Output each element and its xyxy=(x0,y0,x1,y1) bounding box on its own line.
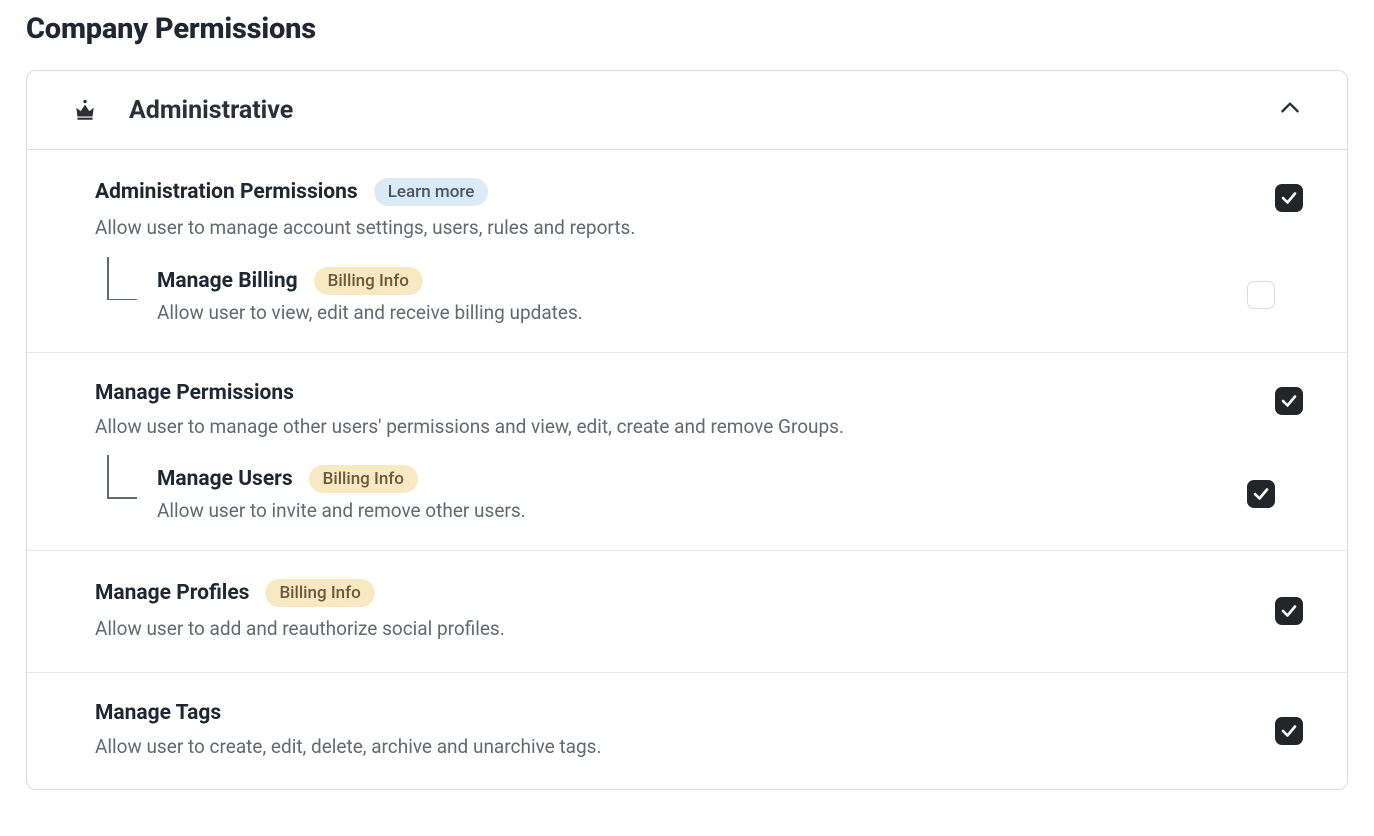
permission-title: Manage Profiles xyxy=(95,581,249,605)
sub-permission-title: Manage Users xyxy=(157,467,293,491)
sub-permission-block-manage-users: Manage Users Billing Info Allow user to … xyxy=(95,465,1275,522)
permission-row-manage-tags: Manage Tags Allow user to create, edit, … xyxy=(27,673,1347,790)
permission-description: Allow user to manage account settings, u… xyxy=(95,214,1275,243)
checkbox-manage-profiles[interactable] xyxy=(1275,597,1303,625)
sub-permission-description: Allow user to view, edit and receive bil… xyxy=(157,301,1247,324)
tree-connector-icon xyxy=(107,267,155,309)
permission-description: Allow user to manage other users' permis… xyxy=(95,413,1275,442)
permission-title: Manage Permissions xyxy=(95,381,294,405)
permission-main: Administration Permissions Learn more Al… xyxy=(95,178,1275,324)
billing-info-badge[interactable]: Billing Info xyxy=(314,267,423,295)
checkbox-manage-billing[interactable] xyxy=(1247,281,1275,309)
permission-row-manage-profiles: Manage Profiles Billing Info Allow user … xyxy=(27,551,1347,673)
permission-row-admin: Administration Permissions Learn more Al… xyxy=(27,150,1347,353)
section-title: Administrative xyxy=(129,96,1277,125)
billing-info-badge[interactable]: Billing Info xyxy=(309,465,418,493)
checkbox-manage-permissions[interactable] xyxy=(1275,387,1303,415)
permissions-panel: Administrative Administration Permission… xyxy=(26,70,1348,790)
permission-main: Manage Profiles Billing Info Allow user … xyxy=(95,579,1275,644)
chevron-up-icon xyxy=(1277,95,1303,125)
permission-description: Allow user to create, edit, delete, arch… xyxy=(95,733,1275,762)
sub-permission-block-manage-billing: Manage Billing Billing Info Allow user t… xyxy=(95,267,1275,324)
permission-description: Allow user to add and reauthorize social… xyxy=(95,615,1275,644)
permission-title: Manage Tags xyxy=(95,701,221,725)
sub-permission-title: Manage Billing xyxy=(157,269,298,293)
permission-title: Administration Permissions xyxy=(95,180,358,204)
checkbox-admin-permissions[interactable] xyxy=(1275,184,1303,212)
tree-connector-icon xyxy=(107,465,155,507)
permission-row-manage-permissions: Manage Permissions Allow user to manage … xyxy=(27,353,1347,552)
checkbox-manage-tags[interactable] xyxy=(1275,717,1303,745)
permission-main: Manage Tags Allow user to create, edit, … xyxy=(95,701,1275,762)
learn-more-badge[interactable]: Learn more xyxy=(374,178,489,206)
page-title: Company Permissions xyxy=(26,12,1348,46)
permission-main: Manage Permissions Allow user to manage … xyxy=(95,381,1275,523)
checkbox-manage-users[interactable] xyxy=(1247,480,1275,508)
sub-permission-description: Allow user to invite and remove other us… xyxy=(157,499,1247,522)
crown-icon xyxy=(71,97,99,123)
billing-info-badge[interactable]: Billing Info xyxy=(265,579,374,607)
section-header-administrative[interactable]: Administrative xyxy=(27,71,1347,150)
